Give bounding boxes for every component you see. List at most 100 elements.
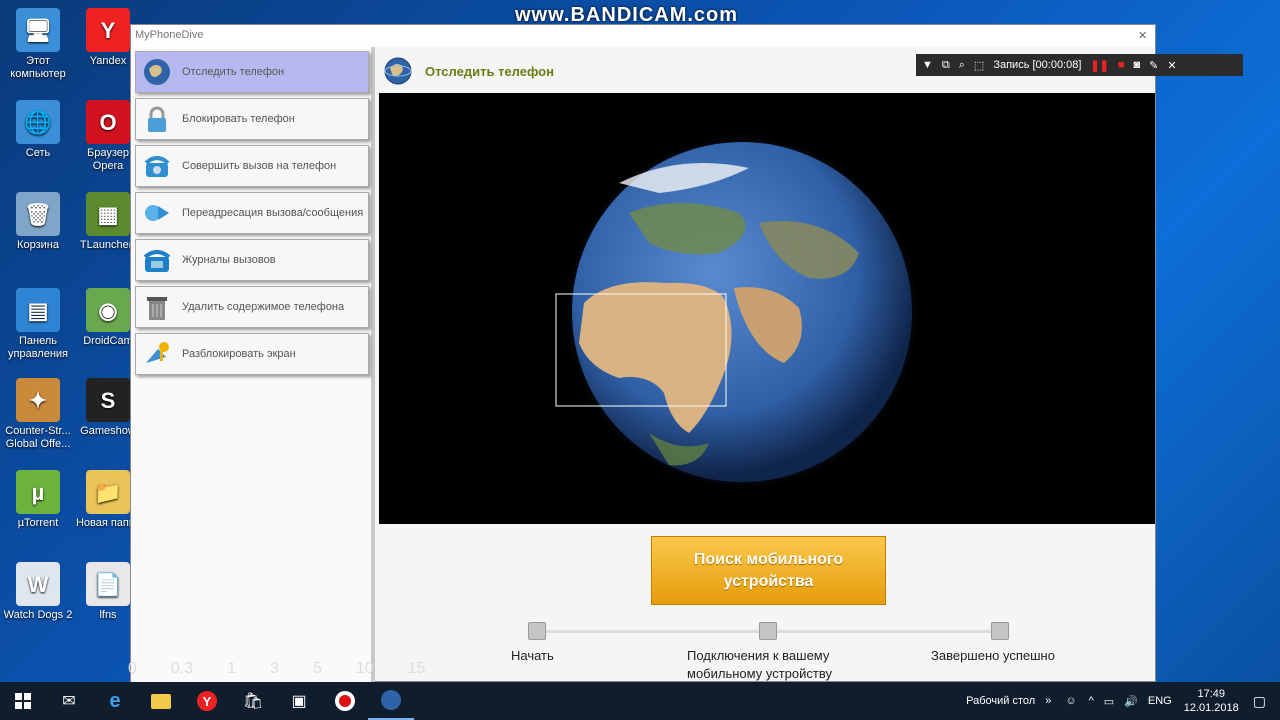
pause-icon[interactable]: ❚❚	[1090, 59, 1108, 72]
desktop-icon-label: Сеть	[25, 147, 51, 159]
edge-icon[interactable]: e	[92, 682, 138, 720]
app-icon: O	[86, 100, 130, 144]
yandex-icon[interactable]: Y	[184, 682, 230, 720]
crop-icon[interactable]: ⬚	[974, 59, 984, 72]
sidebar-item[interactable]: Журналы вызовов	[135, 239, 369, 281]
desktop-icon-label: µTorrent	[17, 517, 59, 529]
language-indicator[interactable]: ENG	[1148, 695, 1172, 707]
close-icon[interactable]: ✕	[1167, 59, 1176, 72]
chevron-icon[interactable]: »	[1045, 695, 1051, 707]
overlay-number: 0	[128, 660, 137, 677]
app-icon: ✦	[16, 378, 60, 422]
camera-icon[interactable]: ◙	[1134, 59, 1141, 71]
step-connect-label: Подключения к вашему мобильному устройст…	[687, 648, 832, 681]
app-icon[interactable]: ▣	[276, 682, 322, 720]
sidebar-item-label: Разблокировать экран	[182, 348, 296, 360]
desktop: www.BANDICAM.com 🖥 Этот компьютер Y Yandex 🌐…	[0, 0, 1280, 683]
desktop-icon[interactable]: 🌐 Сеть	[2, 100, 74, 160]
window-titlebar: MyPhoneDive ×	[131, 25, 1155, 47]
app-icon: W	[16, 562, 60, 606]
sidebar-item-label: Отследить телефон	[182, 66, 285, 78]
trash-icon	[138, 288, 176, 326]
desktop-icon[interactable]: µ µTorrent	[2, 470, 74, 530]
unlock-icon	[138, 335, 176, 373]
pencil-icon[interactable]: ✎	[1149, 59, 1158, 72]
sidebar-item[interactable]: Удалить содержимое телефона	[135, 286, 369, 328]
sidebar-item[interactable]: Совершить вызов на телефон	[135, 145, 369, 187]
sidebar-item-label: Переадресация вызова/сообщения	[182, 207, 364, 219]
people-icon[interactable]: ☺	[1065, 695, 1076, 707]
taskbar: ✉ e Y 🛍 ▣ Рабочий стол » ☺ ^ ▭ 🔊 ENG 17:…	[0, 682, 1280, 720]
overlay-scale: 0 0.3 1 3 5 10 15	[128, 660, 459, 678]
app-icon: 🖥	[16, 8, 60, 52]
volume-icon[interactable]: 🔊	[1124, 695, 1138, 708]
step-start-knob	[528, 622, 546, 640]
sidebar-item[interactable]: Разблокировать экран	[135, 333, 369, 375]
sidebar-item-label: Блокировать телефон	[182, 113, 295, 125]
desktop-icon-label: Панель управления	[8, 335, 68, 360]
file-explorer-icon[interactable]	[138, 682, 184, 720]
sidebar-item-label: Совершить вызов на телефон	[182, 160, 337, 172]
chevron-down-icon[interactable]: ▼	[922, 59, 933, 71]
desktop-icon[interactable]: ▤ Панель управления	[2, 288, 74, 361]
bandicam-toolbar: ▼ ⧉ ⌕ ⬚ Запись [00:00:08] ❚❚ ■ ◙ ✎ ✕	[916, 54, 1243, 76]
app-icon: 📁	[86, 470, 130, 514]
window-title: MyPhoneDive	[135, 29, 204, 41]
desktop-icon[interactable]: W Watch Dogs 2	[2, 562, 74, 622]
sidebar-item-label: Удалить содержимое телефона	[182, 301, 345, 313]
sidebar-item[interactable]: Блокировать телефон	[135, 98, 369, 140]
app-icon: ▦	[86, 192, 130, 236]
start-icon[interactable]	[0, 682, 46, 720]
forward-icon	[138, 194, 176, 232]
sidebar-item[interactable]: Отследить телефон	[135, 51, 369, 93]
sidebar-item[interactable]: Переадресация вызова/сообщения	[135, 192, 369, 234]
desktop-icon-label: Watch Dogs 2	[3, 609, 73, 621]
app-icon: µ	[16, 470, 60, 514]
app-icon: ◉	[86, 288, 130, 332]
step-done-label: Завершено успешно	[931, 648, 1055, 663]
app-icon: 🌐	[16, 100, 60, 144]
store-icon[interactable]: 🛍	[230, 682, 276, 720]
desktop-icon[interactable]: 🖥 Этот компьютер	[2, 8, 74, 81]
overlay-number: 0.3	[170, 660, 194, 677]
desktop-icon-label: Корзина	[17, 239, 59, 251]
app-icon: ▤	[16, 288, 60, 332]
overlay-number: 15	[407, 660, 426, 677]
clock-time: 17:49	[1197, 688, 1225, 700]
overlay-number: 10	[355, 660, 374, 677]
bandicam-record-icon[interactable]	[322, 682, 368, 720]
app-window: MyPhoneDive × Отследить телефон Блокирова…	[130, 24, 1156, 683]
sidebar-item-label: Журналы вызовов	[182, 254, 276, 266]
earth-map-view[interactable]	[379, 93, 1155, 524]
desktop-icon[interactable]: 🗑 Корзина	[2, 192, 74, 252]
overlay-number: 5	[312, 660, 322, 677]
stop-icon[interactable]: ■	[1118, 59, 1125, 71]
desktop-icon[interactable]: ✦ Counter-Str... Global Offe...	[2, 378, 74, 451]
step-done-knob	[991, 622, 1009, 640]
overlay-number: 1	[227, 660, 237, 677]
clock[interactable]: 17:49 12.01.2018	[1184, 687, 1239, 715]
earth-globe	[555, 134, 920, 490]
page-title: Отследить телефон	[425, 63, 554, 79]
up-arrow-icon[interactable]: ^	[1089, 695, 1094, 707]
overlay-number: 3	[270, 660, 279, 677]
network-icon[interactable]: ▭	[1104, 695, 1114, 708]
phone-icon	[138, 147, 176, 185]
clock-date: 12.01.2018	[1183, 702, 1239, 714]
desktop-icon-label: Этот компьютер	[10, 55, 66, 80]
window-select-icon[interactable]: ⧉	[942, 59, 950, 72]
globe-icon	[384, 57, 412, 85]
search-device-button[interactable]: Поиск мобильного устройства	[651, 536, 886, 605]
globe-icon	[138, 53, 176, 91]
globe-app-icon[interactable]	[368, 682, 414, 720]
search-icon[interactable]: ⌕	[959, 59, 965, 72]
notification-icon[interactable]: ▢	[1253, 693, 1266, 710]
desktop-icon-label: Counter-Str... Global Offe...	[5, 425, 71, 450]
step-connect-knob	[759, 622, 777, 640]
desktop-toolbar-label[interactable]: Рабочий стол	[966, 695, 1035, 707]
close-icon[interactable]: ×	[1138, 27, 1147, 44]
lock-icon	[138, 100, 176, 138]
system-tray: Рабочий стол » ☺ ^ ▭ 🔊 ENG 17:49 12.01.2…	[966, 682, 1280, 720]
mail-icon[interactable]: ✉	[46, 682, 92, 720]
app-icon: Y	[86, 8, 130, 52]
